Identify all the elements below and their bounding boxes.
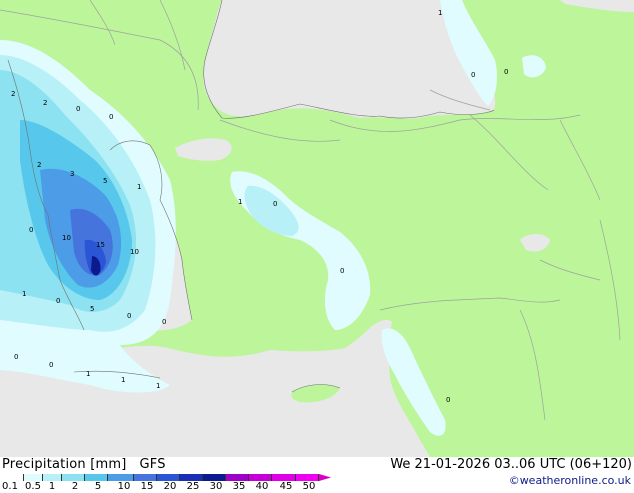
precip-label: 2 (43, 99, 47, 107)
scale-swatch (296, 474, 319, 481)
scale-swatch (272, 474, 296, 481)
precip-label: 1 (86, 370, 90, 378)
scale-swatch (108, 474, 134, 481)
scale-tick-label: 25 (186, 481, 200, 492)
precipitation-map: 1 2 2 0 0 2 3 5 1 0 10 15 10 1 0 5 0 0 0… (0, 0, 634, 457)
precip-label: 0 (109, 113, 113, 121)
precip-label: 0 (49, 361, 53, 369)
precip-label: 0 (14, 353, 18, 361)
scale-tick-label: 35 (232, 481, 246, 492)
scale-tick-label: 0.1 (2, 481, 18, 492)
precip-label: 0 (127, 312, 131, 320)
precip-label: 0 (471, 71, 475, 79)
precip-label: 1 (22, 290, 26, 298)
precip-label: 1 (438, 9, 442, 17)
scale-swatch (62, 474, 85, 481)
scale-swatch (249, 474, 272, 481)
map-title: Precipitation [mm] GFS (2, 457, 166, 472)
scale-tick-label: 2 (71, 481, 79, 492)
precip-label: 1 (238, 198, 242, 206)
scale-swatch (180, 474, 203, 481)
scale-swatch (134, 474, 157, 481)
precip-label: 0 (340, 267, 344, 275)
precip-label: 0 (273, 200, 277, 208)
precip-label: 1 (121, 376, 125, 384)
credit-link[interactable]: ©weatheronline.co.uk (509, 474, 631, 487)
scale-tick-label: 10 (117, 481, 131, 492)
precip-label: 0 (446, 396, 450, 404)
map-canvas: 1 2 2 0 0 2 3 5 1 0 10 15 10 1 0 5 0 0 0… (0, 0, 634, 457)
scale-swatch (24, 474, 43, 481)
scale-tick-label: 15 (140, 481, 154, 492)
precip-label: 10 (130, 248, 139, 256)
precip-label: 0 (504, 68, 508, 76)
scale-tick-label: 50 (302, 481, 316, 492)
precip-label: 10 (62, 234, 71, 242)
precip-label: 0 (162, 318, 166, 326)
scale-swatch (157, 474, 180, 481)
precip-label: 0 (76, 105, 80, 113)
scale-swatch (226, 474, 249, 481)
precip-label: 5 (103, 177, 107, 185)
scale-tick-label: 40 (255, 481, 269, 492)
precip-label: 5 (90, 305, 94, 313)
scale-tick-label: 30 (209, 481, 223, 492)
scale-tick-label: 45 (279, 481, 293, 492)
precip-label: 3 (70, 170, 74, 178)
scale-swatch (319, 474, 331, 481)
scale-tick-label: 20 (163, 481, 177, 492)
precip-label: 1 (156, 382, 160, 390)
scale-tick-label: 0.5 (25, 481, 41, 492)
scale-tick-label: 1 (48, 481, 56, 492)
precip-label: 0 (56, 297, 60, 305)
precip-label: 0 (29, 226, 33, 234)
model-name: GFS (139, 457, 166, 472)
scale-swatch (85, 474, 108, 481)
product-name: Precipitation [mm] (2, 457, 127, 472)
map-footer: Precipitation [mm] GFS We 21-01-2026 03.… (0, 457, 634, 492)
scale-swatch (2, 474, 24, 481)
scale-swatch (203, 474, 226, 481)
precip-label: 15 (96, 241, 105, 249)
scale-swatch (43, 474, 62, 481)
forecast-datetime: We 21-01-2026 03..06 UTC (06+120) (390, 457, 632, 472)
precip-label: 2 (37, 161, 41, 169)
color-scale-bar (2, 474, 331, 481)
precip-label: 2 (11, 90, 15, 98)
scale-tick-label: 5 (94, 481, 102, 492)
precip-label: 1 (137, 183, 141, 191)
